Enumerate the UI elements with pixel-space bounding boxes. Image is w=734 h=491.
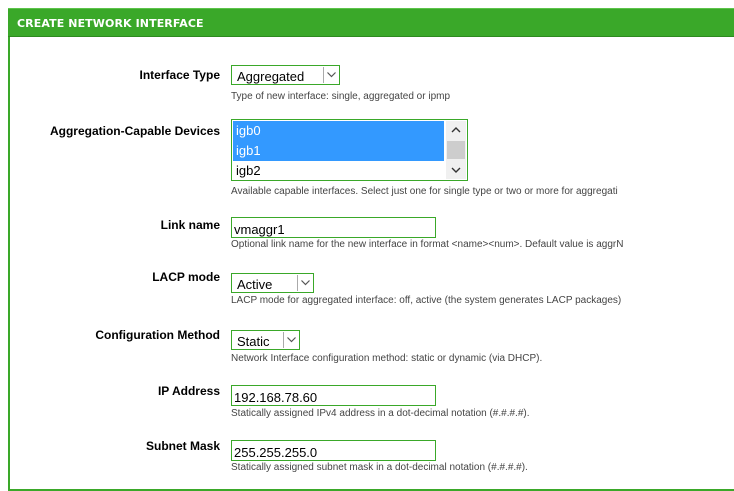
lacp-mode-select[interactable]: Active	[231, 273, 314, 293]
form-body	[8, 37, 734, 491]
listbox-scrollbar[interactable]	[446, 121, 466, 179]
link-name-help: Optional link name for the new interface…	[231, 239, 624, 250]
lacp-mode-value: Active	[237, 277, 273, 292]
config-method-label: Configuration Method	[95, 328, 220, 342]
scroll-thumb[interactable]	[447, 141, 465, 159]
list-item-igb2[interactable]: igb2	[233, 161, 444, 180]
interface-type-select[interactable]: Aggregated	[231, 65, 340, 85]
lacp-mode-label: LACP mode	[152, 270, 220, 284]
list-item-igb1[interactable]: igb1	[233, 141, 444, 161]
ip-address-help: Statically assigned IPv4 address in a do…	[231, 408, 530, 419]
arrow-down-icon[interactable]	[446, 161, 466, 179]
config-method-help: Network Interface configuration method: …	[231, 353, 543, 364]
subnet-mask-input[interactable]	[231, 440, 436, 461]
aggregation-devices-label: Aggregation-Capable Devices	[49, 124, 220, 138]
interface-type-help: Type of new interface: single, aggregate…	[231, 91, 451, 102]
panel-title: CREATE NETWORK INTERFACE	[17, 17, 204, 30]
chevron-down-icon[interactable]	[283, 332, 298, 348]
interface-type-value: Aggregated	[237, 69, 305, 84]
link-name-input[interactable]	[231, 217, 436, 238]
panel-header: CREATE NETWORK INTERFACE	[8, 8, 734, 37]
arrow-up-icon[interactable]	[446, 121, 466, 139]
interface-type-label: Interface Type	[139, 68, 220, 82]
aggregation-devices-help: Available capable interfaces. Select jus…	[231, 186, 618, 197]
chevron-down-icon[interactable]	[323, 67, 338, 83]
aggregation-devices-listbox[interactable]: igb0 igb1 igb2	[231, 119, 468, 181]
list-item-igb0[interactable]: igb0	[233, 121, 444, 141]
lacp-mode-help: LACP mode for aggregated interface: off,…	[231, 295, 622, 306]
subnet-mask-help: Statically assigned subnet mask in a dot…	[231, 462, 528, 473]
link-name-label: Link name	[160, 218, 220, 232]
ip-address-label: IP Address	[157, 384, 220, 398]
create-network-interface-panel: CREATE NETWORK INTERFACE Interface Type …	[0, 0, 734, 491]
config-method-value: Static	[237, 334, 270, 349]
ip-address-input[interactable]	[231, 385, 436, 406]
chevron-down-icon[interactable]	[297, 275, 312, 291]
config-method-select[interactable]: Static	[231, 330, 300, 350]
subnet-mask-label: Subnet Mask	[145, 439, 220, 453]
